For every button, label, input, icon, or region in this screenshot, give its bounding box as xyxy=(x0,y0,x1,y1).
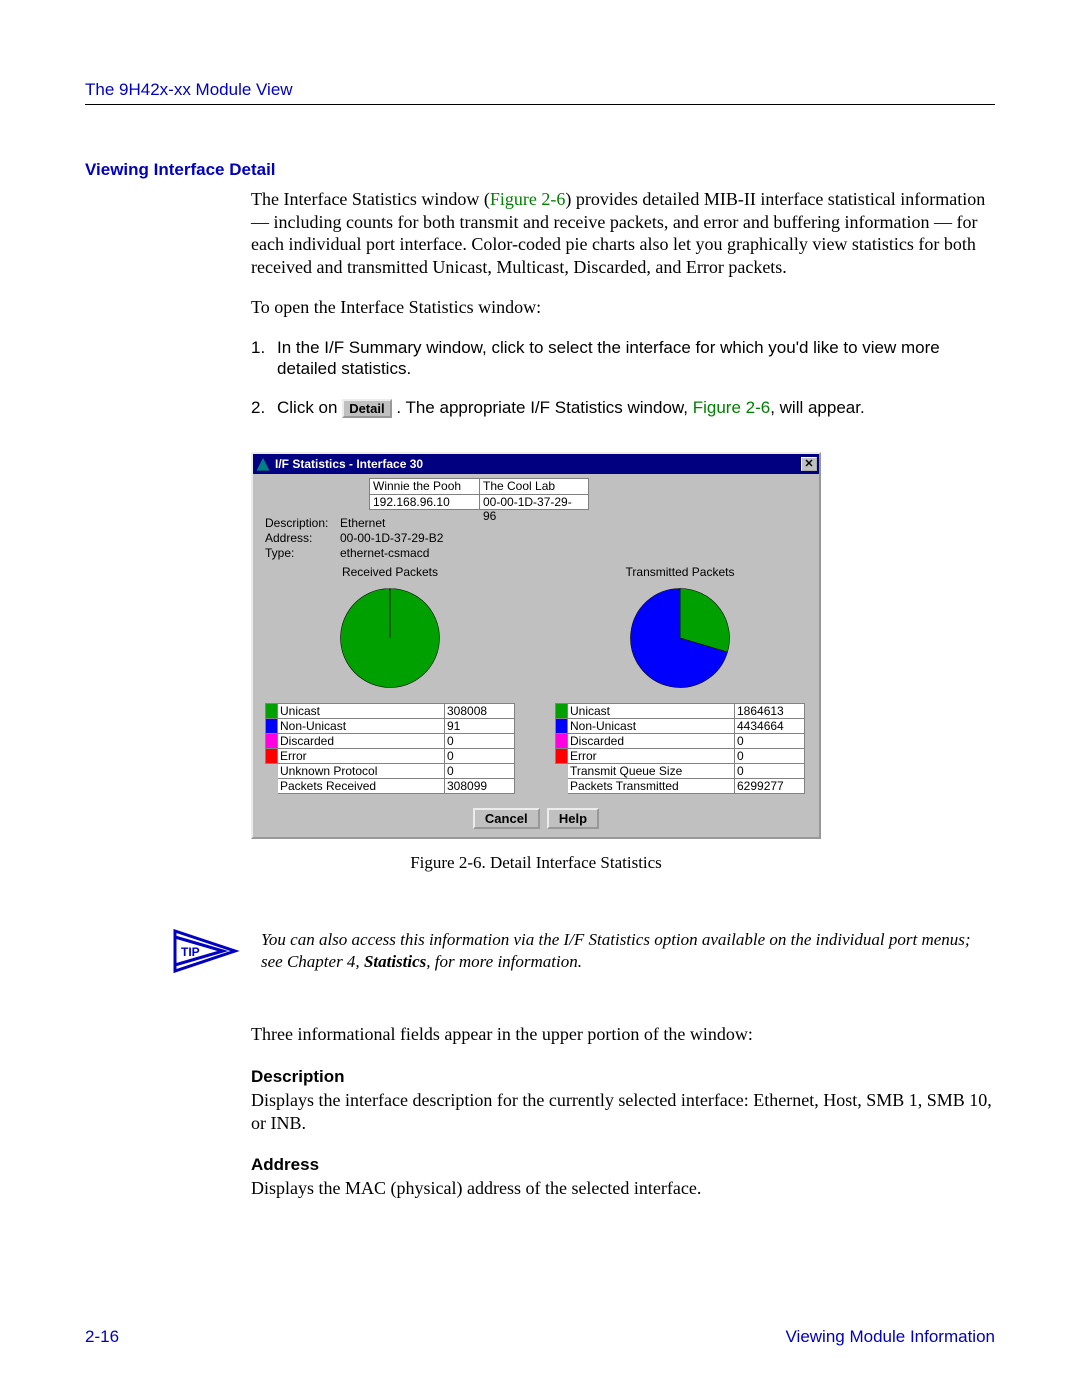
transmitted-panel: Transmitted Packets Unicast1864613Non-Un… xyxy=(555,565,805,794)
type-value: ethernet-csmacd xyxy=(340,546,429,561)
stat-label: Discarded xyxy=(278,734,445,749)
device-name: Winnie the Pooh xyxy=(369,478,479,494)
stat-label: Non-Unicast xyxy=(278,719,445,734)
stat-label: Discarded xyxy=(568,734,735,749)
description-heading: Description xyxy=(251,1066,995,1087)
stat-label: Unicast xyxy=(278,704,445,719)
transmitted-pie-chart xyxy=(625,583,735,693)
footer-section: Viewing Module Information xyxy=(786,1327,995,1347)
color-swatch xyxy=(556,734,568,749)
intro-text-a: The Interface Statistics window ( xyxy=(251,189,490,209)
received-panel: Received Packets Unicast308008Non-Unicas… xyxy=(265,565,515,794)
color-swatch xyxy=(266,719,278,734)
stat-label: Non-Unicast xyxy=(568,719,735,734)
stat-value: 0 xyxy=(735,764,805,779)
tip-icon: TIP xyxy=(173,919,243,983)
stat-value: 0 xyxy=(445,764,515,779)
step-2-text-a: Click on xyxy=(277,398,342,417)
color-swatch xyxy=(556,764,568,779)
stat-value: 6299277 xyxy=(735,779,805,794)
stat-value: 0 xyxy=(445,749,515,764)
stat-label: Packets Transmitted xyxy=(568,779,735,794)
figure-caption: Figure 2-6. Detail Interface Statistics xyxy=(251,853,821,873)
step-2-text-b: . The appropriate I/F Statistics window, xyxy=(396,398,692,417)
stat-value: 91 xyxy=(445,719,515,734)
transmitted-table: Unicast1864613Non-Unicast4434664Discarde… xyxy=(555,703,805,794)
figure-link-2[interactable]: Figure 2-6 xyxy=(693,398,770,417)
section-heading: Viewing Interface Detail xyxy=(85,160,995,180)
stat-label: Error xyxy=(278,749,445,764)
stat-value: 308008 xyxy=(445,704,515,719)
step-2-text-c: , will appear. xyxy=(770,398,865,417)
help-button[interactable]: Help xyxy=(547,808,599,829)
color-swatch xyxy=(266,749,278,764)
stat-value: 4434664 xyxy=(735,719,805,734)
stat-label: Error xyxy=(568,749,735,764)
stat-label: Unicast xyxy=(568,704,735,719)
stat-value: 1864613 xyxy=(735,704,805,719)
stat-value: 308099 xyxy=(445,779,515,794)
color-swatch xyxy=(266,704,278,719)
step-2: 2. Click on Detail . The appropriate I/F… xyxy=(251,397,995,418)
stat-label: Transmit Queue Size xyxy=(568,764,735,779)
if-statistics-window: I/F Statistics - Interface 30 ✕ Winnie t… xyxy=(251,452,821,839)
detail-button[interactable]: Detail xyxy=(342,399,391,418)
svg-text:TIP: TIP xyxy=(181,945,200,959)
desc-label: Description: xyxy=(265,516,340,531)
color-swatch xyxy=(266,734,278,749)
window-title: I/F Statistics - Interface 30 xyxy=(275,457,801,471)
device-info-grid: Winnie the Pooh The Cool Lab 192.168.96.… xyxy=(369,478,813,510)
intro-paragraph: The Interface Statistics window (Figure … xyxy=(251,188,995,278)
stat-label: Unknown Protocol xyxy=(278,764,445,779)
description-text: Displays the interface description for t… xyxy=(251,1089,995,1134)
transmitted-title: Transmitted Packets xyxy=(555,565,805,579)
stat-value: 0 xyxy=(445,734,515,749)
desc-value: Ethernet xyxy=(340,516,385,531)
tip-text-b: Statistics xyxy=(364,952,426,971)
received-title: Received Packets xyxy=(265,565,515,579)
interface-meta: Description:Ethernet Address:00-00-1D-37… xyxy=(265,516,813,561)
post-paragraph: Three informational fields appear in the… xyxy=(251,1023,995,1046)
open-instructions: To open the Interface Statistics window: xyxy=(251,296,995,319)
color-swatch xyxy=(266,779,278,794)
color-swatch xyxy=(556,719,568,734)
device-location: The Cool Lab xyxy=(479,478,589,494)
color-swatch xyxy=(266,764,278,779)
step-1: 1. In the I/F Summary window, click to s… xyxy=(251,337,995,380)
color-swatch xyxy=(556,749,568,764)
close-icon[interactable]: ✕ xyxy=(801,457,817,471)
stat-value: 0 xyxy=(735,734,805,749)
page-header: The 9H42x-xx Module View xyxy=(85,80,293,99)
received-table: Unicast308008Non-Unicast91Discarded0Erro… xyxy=(265,703,515,794)
tip-text-c: , for more information. xyxy=(426,952,582,971)
figure-link[interactable]: Figure 2-6 xyxy=(490,189,566,209)
address-value: 00-00-1D-37-29-B2 xyxy=(340,531,443,546)
address-text: Displays the MAC (physical) address of t… xyxy=(251,1177,995,1200)
stat-value: 0 xyxy=(735,749,805,764)
address-label: Address: xyxy=(265,531,340,546)
address-heading: Address xyxy=(251,1154,995,1175)
cancel-button[interactable]: Cancel xyxy=(473,808,540,829)
app-icon xyxy=(255,456,271,472)
received-pie-chart xyxy=(335,583,445,693)
tip-block: TIP You can also access this information… xyxy=(173,919,995,983)
device-mac: 00-00-1D-37-29-96 xyxy=(479,494,589,510)
stat-label: Packets Received xyxy=(278,779,445,794)
window-titlebar[interactable]: I/F Statistics - Interface 30 ✕ xyxy=(253,454,819,474)
type-label: Type: xyxy=(265,546,340,561)
color-swatch xyxy=(556,704,568,719)
step-1-text: In the I/F Summary window, click to sele… xyxy=(277,337,995,380)
device-ip: 192.168.96.10 xyxy=(369,494,479,510)
color-swatch xyxy=(556,779,568,794)
page-number: 2-16 xyxy=(85,1327,119,1347)
